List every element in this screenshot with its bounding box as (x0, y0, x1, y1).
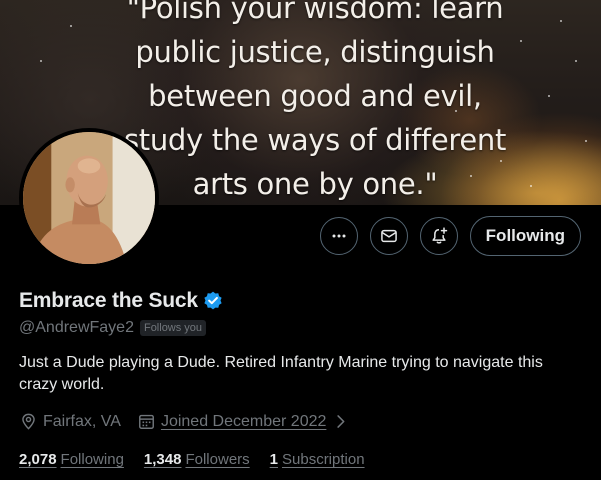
message-button[interactable] (369, 217, 408, 255)
profile-actions: Following (319, 216, 581, 256)
profile-stats: 2,078 Following 1,348 Followers 1 Subscr… (19, 451, 365, 468)
quote-line: public justice, distinguish (135, 35, 495, 69)
mail-icon (380, 229, 397, 243)
following-button[interactable]: Following (469, 216, 581, 256)
subscription-stat-link[interactable]: 1 Subscription (270, 451, 365, 468)
followers-label: Followers (185, 451, 250, 468)
more-button[interactable] (319, 217, 358, 255)
profile-name-row: Embrace the Suck (19, 289, 224, 313)
banner-quote: "Polish your wisdom: learn public justic… (110, 0, 520, 205)
followers-count: 1,348 (143, 451, 182, 468)
following-stat-link[interactable]: 2,078 Following (19, 451, 124, 468)
display-name: Embrace the Suck (19, 289, 198, 312)
user-handle: @AndrewFaye2 (19, 319, 134, 336)
avatar-image (23, 132, 155, 264)
joined-item[interactable]: Joined December 2022 (137, 412, 350, 431)
joined-date-link[interactable]: Joined December 2022 (161, 413, 326, 431)
location-pin-icon (22, 413, 35, 430)
quote-line: "Polish your wisdom: learn (126, 0, 504, 25)
bell-plus-icon (432, 227, 447, 244)
profile-bio: Just a Dude playing a Dude. Retired Infa… (19, 354, 543, 393)
profile-avatar[interactable] (19, 128, 159, 268)
notify-button[interactable] (419, 217, 458, 255)
calendar-icon (139, 414, 154, 429)
quote-line: between good and evil, (148, 79, 482, 113)
followers-stat-link[interactable]: 1,348 Followers (144, 451, 250, 468)
following-label: Following (60, 451, 124, 468)
location-text: Fairfax, VA (43, 412, 121, 430)
chevron-right-icon (337, 415, 345, 428)
verified-badge-icon[interactable] (202, 290, 224, 312)
subscription-count: 1 (269, 451, 278, 468)
subscription-label: Subscription (282, 451, 365, 468)
handle-row: @AndrewFaye2 Follows you (19, 319, 207, 337)
following-count: 2,078 (19, 451, 57, 468)
more-icon (332, 234, 346, 238)
profile-meta: Fairfax, VA Joined December 2022 (19, 412, 350, 431)
quote-line: arts one by one." (192, 167, 438, 201)
follows-you-badge: Follows you (139, 320, 207, 336)
location-item: Fairfax, VA (19, 412, 121, 431)
quote-line: study the ways of different (123, 123, 507, 157)
